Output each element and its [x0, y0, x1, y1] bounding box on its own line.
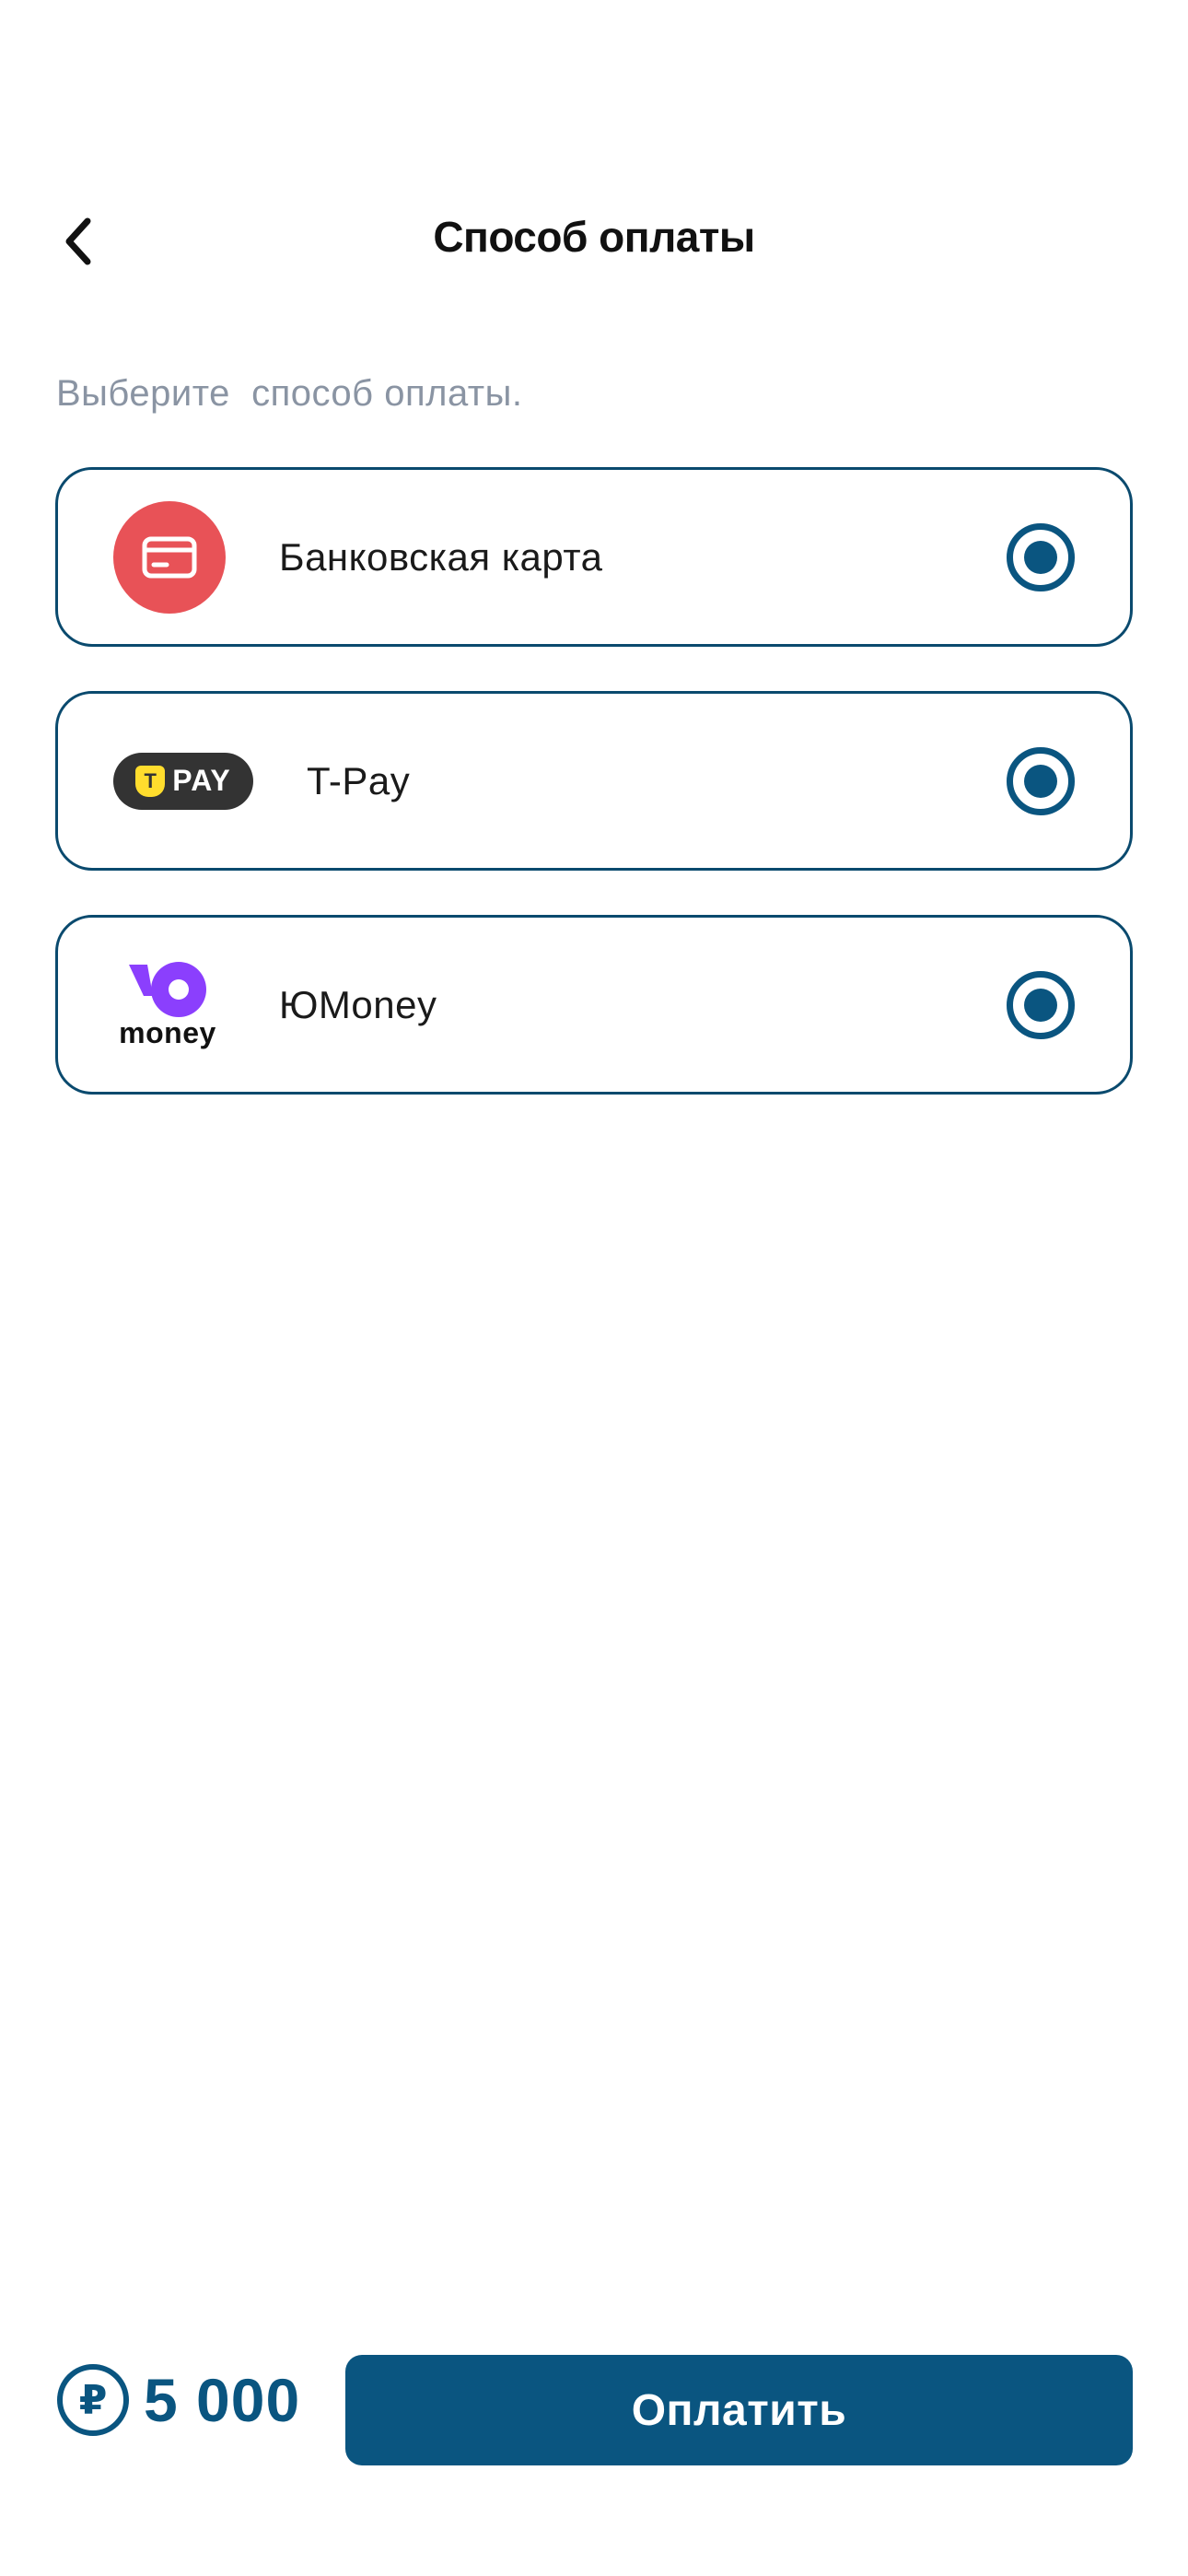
checkout-footer: ₽ 5 000 Оплатить — [0, 2340, 1188, 2465]
bank-card-label: Банковская карта — [279, 534, 603, 579]
payment-method-bank-card[interactable]: Банковская карта — [55, 467, 1133, 647]
radio-selected-dot — [1024, 764, 1057, 798]
price-value: 5 000 — [144, 2366, 301, 2434]
subtitle-text: Выберите способ оплаты. — [56, 373, 523, 414]
yoomoney-icon-wrapper: money — [113, 959, 222, 1051]
bank-card-radio[interactable] — [1007, 522, 1075, 591]
tpay-shield-icon: T — [135, 765, 166, 797]
tpay-logo-text: PAY — [172, 764, 231, 797]
radio-selected-dot — [1024, 988, 1057, 1022]
header: Способ оплаты — [0, 0, 1188, 304]
yoomoney-label: ЮMoney — [279, 982, 437, 1026]
payment-method-list: Банковская карта T PAY T-Pay money ЮMone… — [55, 467, 1133, 1139]
bank-card-icon-wrapper — [113, 500, 226, 614]
credit-card-icon — [113, 500, 226, 614]
tpay-label: T-Pay — [307, 758, 411, 802]
yoomoney-logo-text: money — [119, 1015, 216, 1049]
yoomoney-mark-icon — [129, 961, 206, 1017]
tpay-radio[interactable] — [1007, 746, 1075, 815]
yoomoney-logo-icon: money — [113, 959, 222, 1051]
pay-button[interactable]: Оплатить — [345, 2355, 1133, 2465]
yoomoney-radio[interactable] — [1007, 970, 1075, 1039]
price-block: ₽ 5 000 — [57, 2364, 300, 2436]
page-title: Способ оплаты — [433, 213, 755, 261]
payment-method-tpay[interactable]: T PAY T-Pay — [55, 691, 1133, 871]
tpay-logo-icon: T PAY — [113, 752, 253, 810]
radio-selected-dot — [1024, 540, 1057, 574]
ruble-icon: ₽ — [57, 2364, 129, 2436]
payment-method-yoomoney[interactable]: money ЮMoney — [55, 915, 1133, 1095]
tpay-icon-wrapper: T PAY — [113, 752, 253, 810]
